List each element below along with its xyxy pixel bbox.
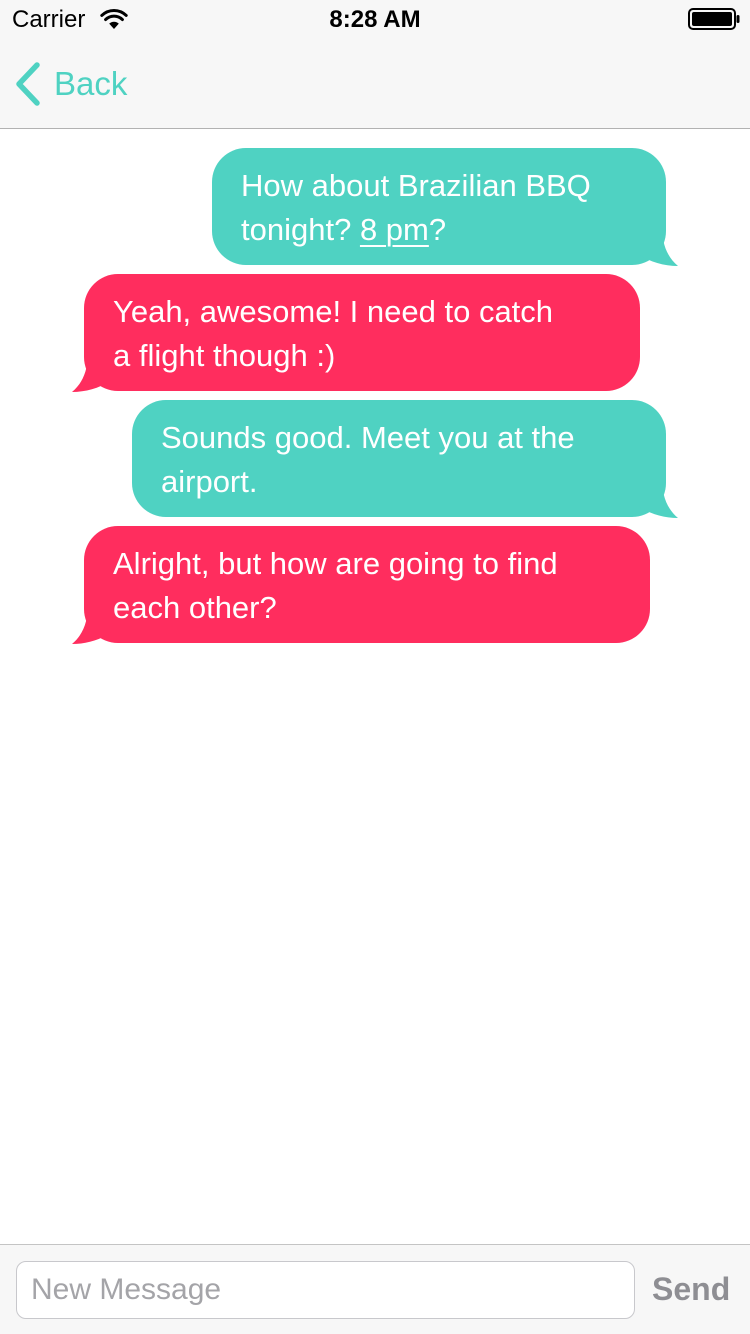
battery-full-icon	[688, 8, 740, 30]
message-text: How about Brazilian BBQ tonight? 8 pm?	[241, 168, 591, 247]
status-bar: Carrier 8:28 AM	[0, 0, 750, 40]
time-link[interactable]: 8 pm	[360, 212, 429, 247]
message-text: Alright, but how are going to find each …	[113, 546, 558, 625]
incoming-message-bubble[interactable]: Yeah, awesome! I need to catch a flight …	[84, 274, 640, 391]
incoming-message-bubble[interactable]: Alright, but how are going to find each …	[84, 526, 650, 643]
new-message-input[interactable]	[16, 1261, 635, 1319]
back-button[interactable]: Back	[14, 62, 127, 106]
message-text: Sounds good. Meet you at the airport.	[161, 420, 575, 499]
outgoing-message-bubble[interactable]: Sounds good. Meet you at the airport.	[132, 400, 666, 517]
send-button[interactable]: Send	[652, 1269, 730, 1309]
bubble-tail	[72, 352, 112, 392]
outgoing-message-bubble[interactable]: How about Brazilian BBQ tonight? 8 pm?	[212, 148, 666, 265]
bubble-tail	[638, 478, 678, 518]
back-label: Back	[54, 65, 128, 102]
status-time: 8:28 AM	[329, 6, 421, 33]
bubble-tail	[72, 604, 112, 644]
chevron-left-icon	[16, 62, 40, 106]
chat-screen: Carrier 8:28 AM Back How about Brazilian…	[0, 0, 750, 1334]
message-text: Yeah, awesome! I need to catch a flight …	[113, 294, 554, 373]
navigation-bar: Back	[0, 40, 750, 129]
message-composer: Send	[0, 1244, 750, 1334]
bubble-tail	[638, 226, 678, 266]
